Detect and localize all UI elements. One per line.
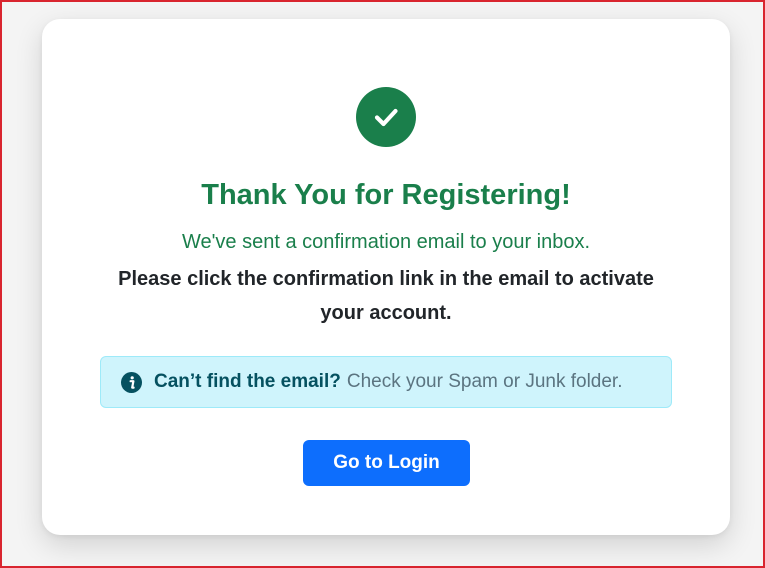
confirmation-message: Please click the confirmation link in th… [118, 268, 654, 324]
info-glyph [129, 375, 135, 389]
checkmark-glyph [374, 108, 398, 127]
page-frame: Thank You for Registering! We've sent a … [0, 0, 765, 568]
confirmation-subtitle: We've sent a confirmation email to your … [181, 231, 591, 253]
check-circle-icon [356, 87, 416, 147]
go-to-login-button[interactable]: Go to Login [303, 440, 470, 486]
alert-heading: Can’t find the email? [154, 371, 341, 392]
info-circle-icon [121, 371, 142, 393]
confirmation-card: Thank You for Registering! We've sent a … [42, 19, 730, 535]
alert-text: Check your Spam or Junk folder. [346, 371, 623, 392]
page-title: Thank You for Registering! [201, 179, 571, 211]
spam-info-alert: Can’t find the email? Check your Spam or… [100, 356, 672, 408]
